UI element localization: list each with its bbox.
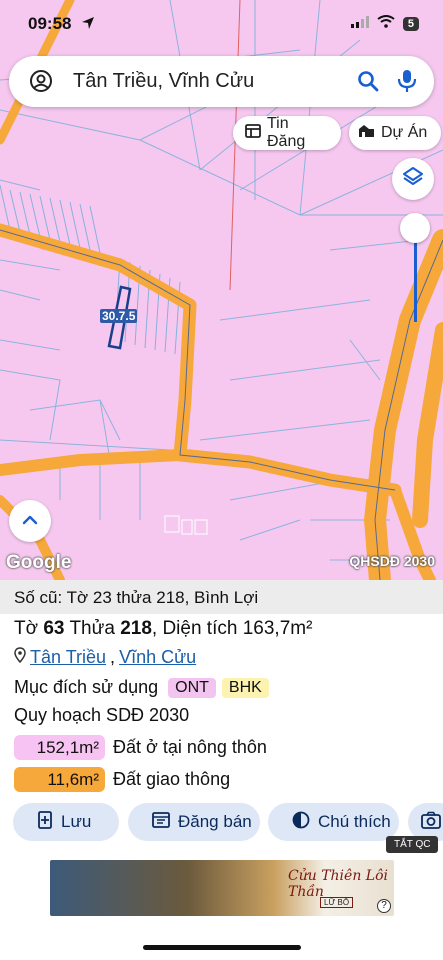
- chevron-up-icon: [22, 512, 38, 530]
- area-row-value: 11,6m²: [14, 767, 105, 792]
- home-indicator[interactable]: [143, 945, 301, 950]
- opacity-slider-knob[interactable]: [400, 213, 430, 243]
- purpose-tag-ont: ONT: [168, 677, 216, 698]
- search-bar[interactable]: Tân Triều, Vĩnh Cửu: [9, 56, 434, 107]
- account-icon[interactable]: [29, 69, 53, 98]
- location-link-district[interactable]: Vĩnh Cửu: [119, 647, 196, 668]
- area-row-label: Đất giao thông: [113, 769, 231, 789]
- wifi-icon: [377, 15, 395, 33]
- legend-button[interactable]: Chú thích: [268, 803, 399, 841]
- location-link-ward[interactable]: Tân Triều: [30, 647, 106, 668]
- area-row-value: 152,1m²: [14, 735, 105, 760]
- to-label: Tờ: [14, 618, 39, 639]
- to-value: 63: [43, 618, 65, 639]
- old-parcel-info: Số cũ: Tờ 23 thửa 218, Bình Lợi: [0, 580, 443, 614]
- area-value: 163,7m²: [242, 618, 313, 639]
- building-icon: [358, 123, 375, 143]
- old-parcel-text: Số cũ: Tờ 23 thửa 218, Bình Lợi: [14, 588, 259, 607]
- location-arrow-icon: [81, 16, 95, 35]
- land-use-purpose: Mục đích sử dụng ONT BHK: [14, 677, 269, 698]
- tin-dang-chip[interactable]: Tin Đăng: [233, 115, 341, 150]
- parcel-summary: Tờ 63 Thửa 218, Diện tích 163,7m²: [14, 618, 312, 640]
- signal-icon: [350, 15, 369, 33]
- tin-dang-label: Tin Đăng: [267, 115, 306, 150]
- clock: 09:58: [28, 14, 72, 33]
- du-an-chip[interactable]: Dự Án: [349, 116, 441, 150]
- listing-icon: [245, 123, 261, 143]
- thua-value: 218: [120, 618, 152, 639]
- opacity-slider-track[interactable]: [414, 230, 417, 322]
- layers-button[interactable]: [392, 158, 434, 200]
- plan-title: Quy hoạch SDĐ 2030: [14, 705, 190, 725]
- layers-icon: [402, 166, 424, 193]
- microphone-icon[interactable]: [396, 68, 418, 99]
- purpose-tag-bhk: BHK: [221, 677, 269, 698]
- calendar-icon: [152, 811, 170, 833]
- search-icon[interactable]: [356, 69, 380, 98]
- thua-label: Thửa: [69, 618, 115, 639]
- status-icons: 5: [350, 15, 419, 33]
- location-separator: ,: [110, 647, 116, 667]
- action-bar: Lưu Đăng bán Chú thích: [13, 803, 443, 841]
- map-view[interactable]: 09:58 5 Tân Triều, Vĩnh Cửu Tin Đăng Dự …: [0, 0, 443, 580]
- purpose-label: Mục đích sử dụng: [14, 677, 159, 697]
- area-row: 152,1m² Đất ở tại nông thôn: [14, 735, 267, 760]
- area-label: , Diện tích: [151, 618, 238, 639]
- legend-label: Chú thích: [318, 812, 391, 831]
- bookmark-add-icon: [37, 810, 53, 834]
- ad-subtitle: LỮ BỐ: [320, 897, 354, 908]
- hide-ad-button[interactable]: TẮT QC: [386, 836, 439, 853]
- plan-layer-label: QHSDĐ 2030: [349, 553, 435, 569]
- sell-label: Đăng bán: [178, 812, 252, 831]
- contrast-icon: [292, 811, 310, 834]
- ad-info-icon[interactable]: ?: [377, 899, 391, 913]
- parcel-location: Tân Triều, Vĩnh Cửu: [14, 647, 196, 668]
- save-label: Lưu: [61, 812, 92, 831]
- google-logo: Google: [6, 552, 72, 573]
- sell-button[interactable]: Đăng bán: [128, 803, 260, 841]
- location-pin-icon: [14, 647, 26, 668]
- expand-button[interactable]: [9, 500, 51, 542]
- area-row: 11,6m² Đất giao thông: [14, 767, 230, 792]
- save-button[interactable]: Lưu: [13, 803, 119, 841]
- ad-title: Cửu Thiên Lôi Thần: [288, 868, 388, 900]
- area-row-label: Đất ở tại nông thôn: [113, 737, 267, 757]
- search-input[interactable]: Tân Triều, Vĩnh Cửu: [73, 70, 254, 93]
- status-bar: 09:58 5: [0, 0, 443, 48]
- camera-add-icon: [421, 811, 441, 834]
- parcel-label: 30.7.5: [100, 309, 138, 323]
- ad-banner[interactable]: Cửu Thiên Lôi Thần LỮ BỐ ?: [50, 860, 394, 916]
- du-an-label: Dự Án: [381, 124, 428, 141]
- battery-icon: 5: [402, 17, 419, 31]
